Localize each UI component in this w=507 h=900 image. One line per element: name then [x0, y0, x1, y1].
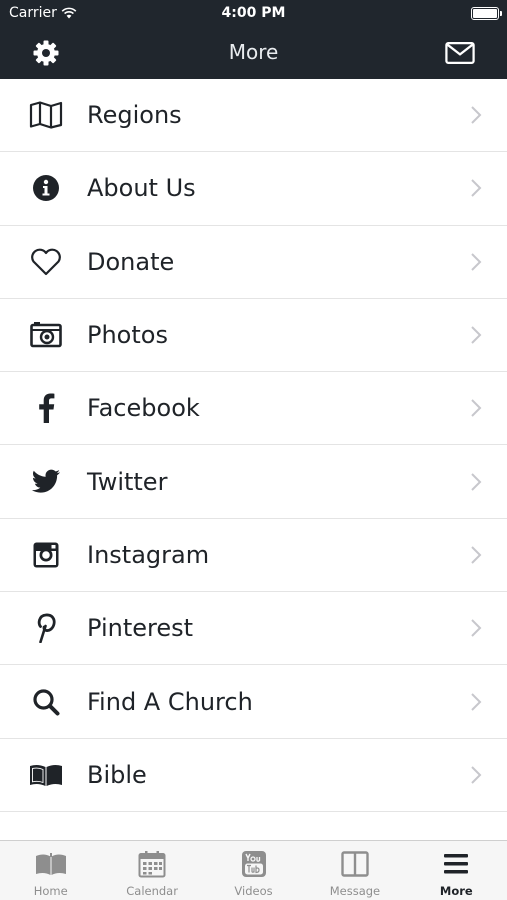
search-icon: [28, 684, 64, 720]
instagram-icon: [28, 537, 64, 573]
menu-item-label: Donate: [87, 247, 175, 276]
tab-label: Message: [329, 884, 381, 898]
menu-item-facebook[interactable]: Facebook: [0, 372, 507, 446]
battery-level: [473, 9, 497, 18]
message-button[interactable]: [445, 38, 475, 68]
menu-item-bible[interactable]: Bible: [0, 739, 507, 812]
tab-label: More: [439, 884, 473, 898]
app-header: Carrier 4:00 PM More: [0, 0, 507, 79]
chevron-right-icon: [471, 766, 482, 784]
menu-item-pinterest[interactable]: Pinterest: [0, 592, 507, 666]
book-icon: [33, 849, 69, 879]
menu-item-label: Photos: [87, 321, 168, 350]
facebook-icon: [28, 390, 64, 426]
envelope-icon: [445, 42, 475, 64]
chevron-right-icon: [471, 106, 482, 124]
chevron-right-icon: [471, 326, 482, 344]
chevron-right-icon: [471, 399, 482, 418]
more-menu-list: Regions About Us Donate Photos Facebook …: [0, 79, 507, 812]
youtube-icon: [236, 849, 272, 879]
menu-item-instagram[interactable]: Instagram: [0, 519, 507, 593]
menu-item-twitter[interactable]: Twitter: [0, 445, 507, 519]
nav-bar: More: [0, 27, 507, 79]
battery-icon: [471, 7, 502, 20]
hamburger-icon: [438, 849, 474, 879]
tab-videos[interactable]: Videos: [203, 841, 304, 900]
menu-item-label: About Us: [87, 174, 196, 203]
chevron-right-icon: [471, 253, 482, 271]
open-book-icon: [28, 757, 64, 793]
menu-item-regions[interactable]: Regions: [0, 79, 507, 153]
menu-item-label: Facebook: [87, 394, 200, 423]
menu-item-label: Regions: [87, 101, 182, 130]
chevron-right-icon: [471, 692, 482, 711]
menu-item-about-us[interactable]: About Us: [0, 152, 507, 226]
calendar-icon: [134, 849, 170, 879]
menu-item-label: Twitter: [87, 467, 168, 496]
chevron-right-icon: [471, 546, 482, 564]
menu-item-label: Bible: [87, 760, 147, 789]
tab-label: Videos: [234, 884, 273, 898]
page-title: More: [228, 40, 279, 64]
tab-label: Home: [33, 884, 68, 898]
camera-icon: [28, 317, 64, 353]
menu-item-photos[interactable]: Photos: [0, 299, 507, 373]
menu-item-find-a-church[interactable]: Find A Church: [0, 665, 507, 739]
info-circle-icon: [28, 170, 64, 206]
heart-icon: [28, 244, 64, 280]
columns-icon: [337, 849, 373, 879]
tab-message[interactable]: Message: [304, 841, 405, 900]
menu-item-label: Pinterest: [87, 614, 194, 643]
chevron-right-icon: [471, 179, 482, 198]
tab-home[interactable]: Home: [0, 841, 101, 900]
twitter-icon: [28, 464, 64, 500]
status-bar: Carrier 4:00 PM: [0, 0, 507, 27]
pinterest-icon: [28, 610, 64, 646]
menu-item-donate[interactable]: Donate: [0, 226, 507, 299]
chevron-right-icon: [471, 472, 482, 491]
tab-bar: Home Calendar Videos Message More: [0, 840, 507, 900]
tab-label: Calendar: [126, 884, 178, 898]
tab-more[interactable]: More: [406, 841, 507, 900]
menu-item-label: Find A Church: [87, 687, 253, 716]
map-icon: [28, 97, 64, 133]
tab-calendar[interactable]: Calendar: [101, 841, 202, 900]
menu-item-label: Instagram: [87, 540, 210, 569]
clock: 4:00 PM: [221, 5, 286, 21]
chevron-right-icon: [471, 619, 482, 637]
